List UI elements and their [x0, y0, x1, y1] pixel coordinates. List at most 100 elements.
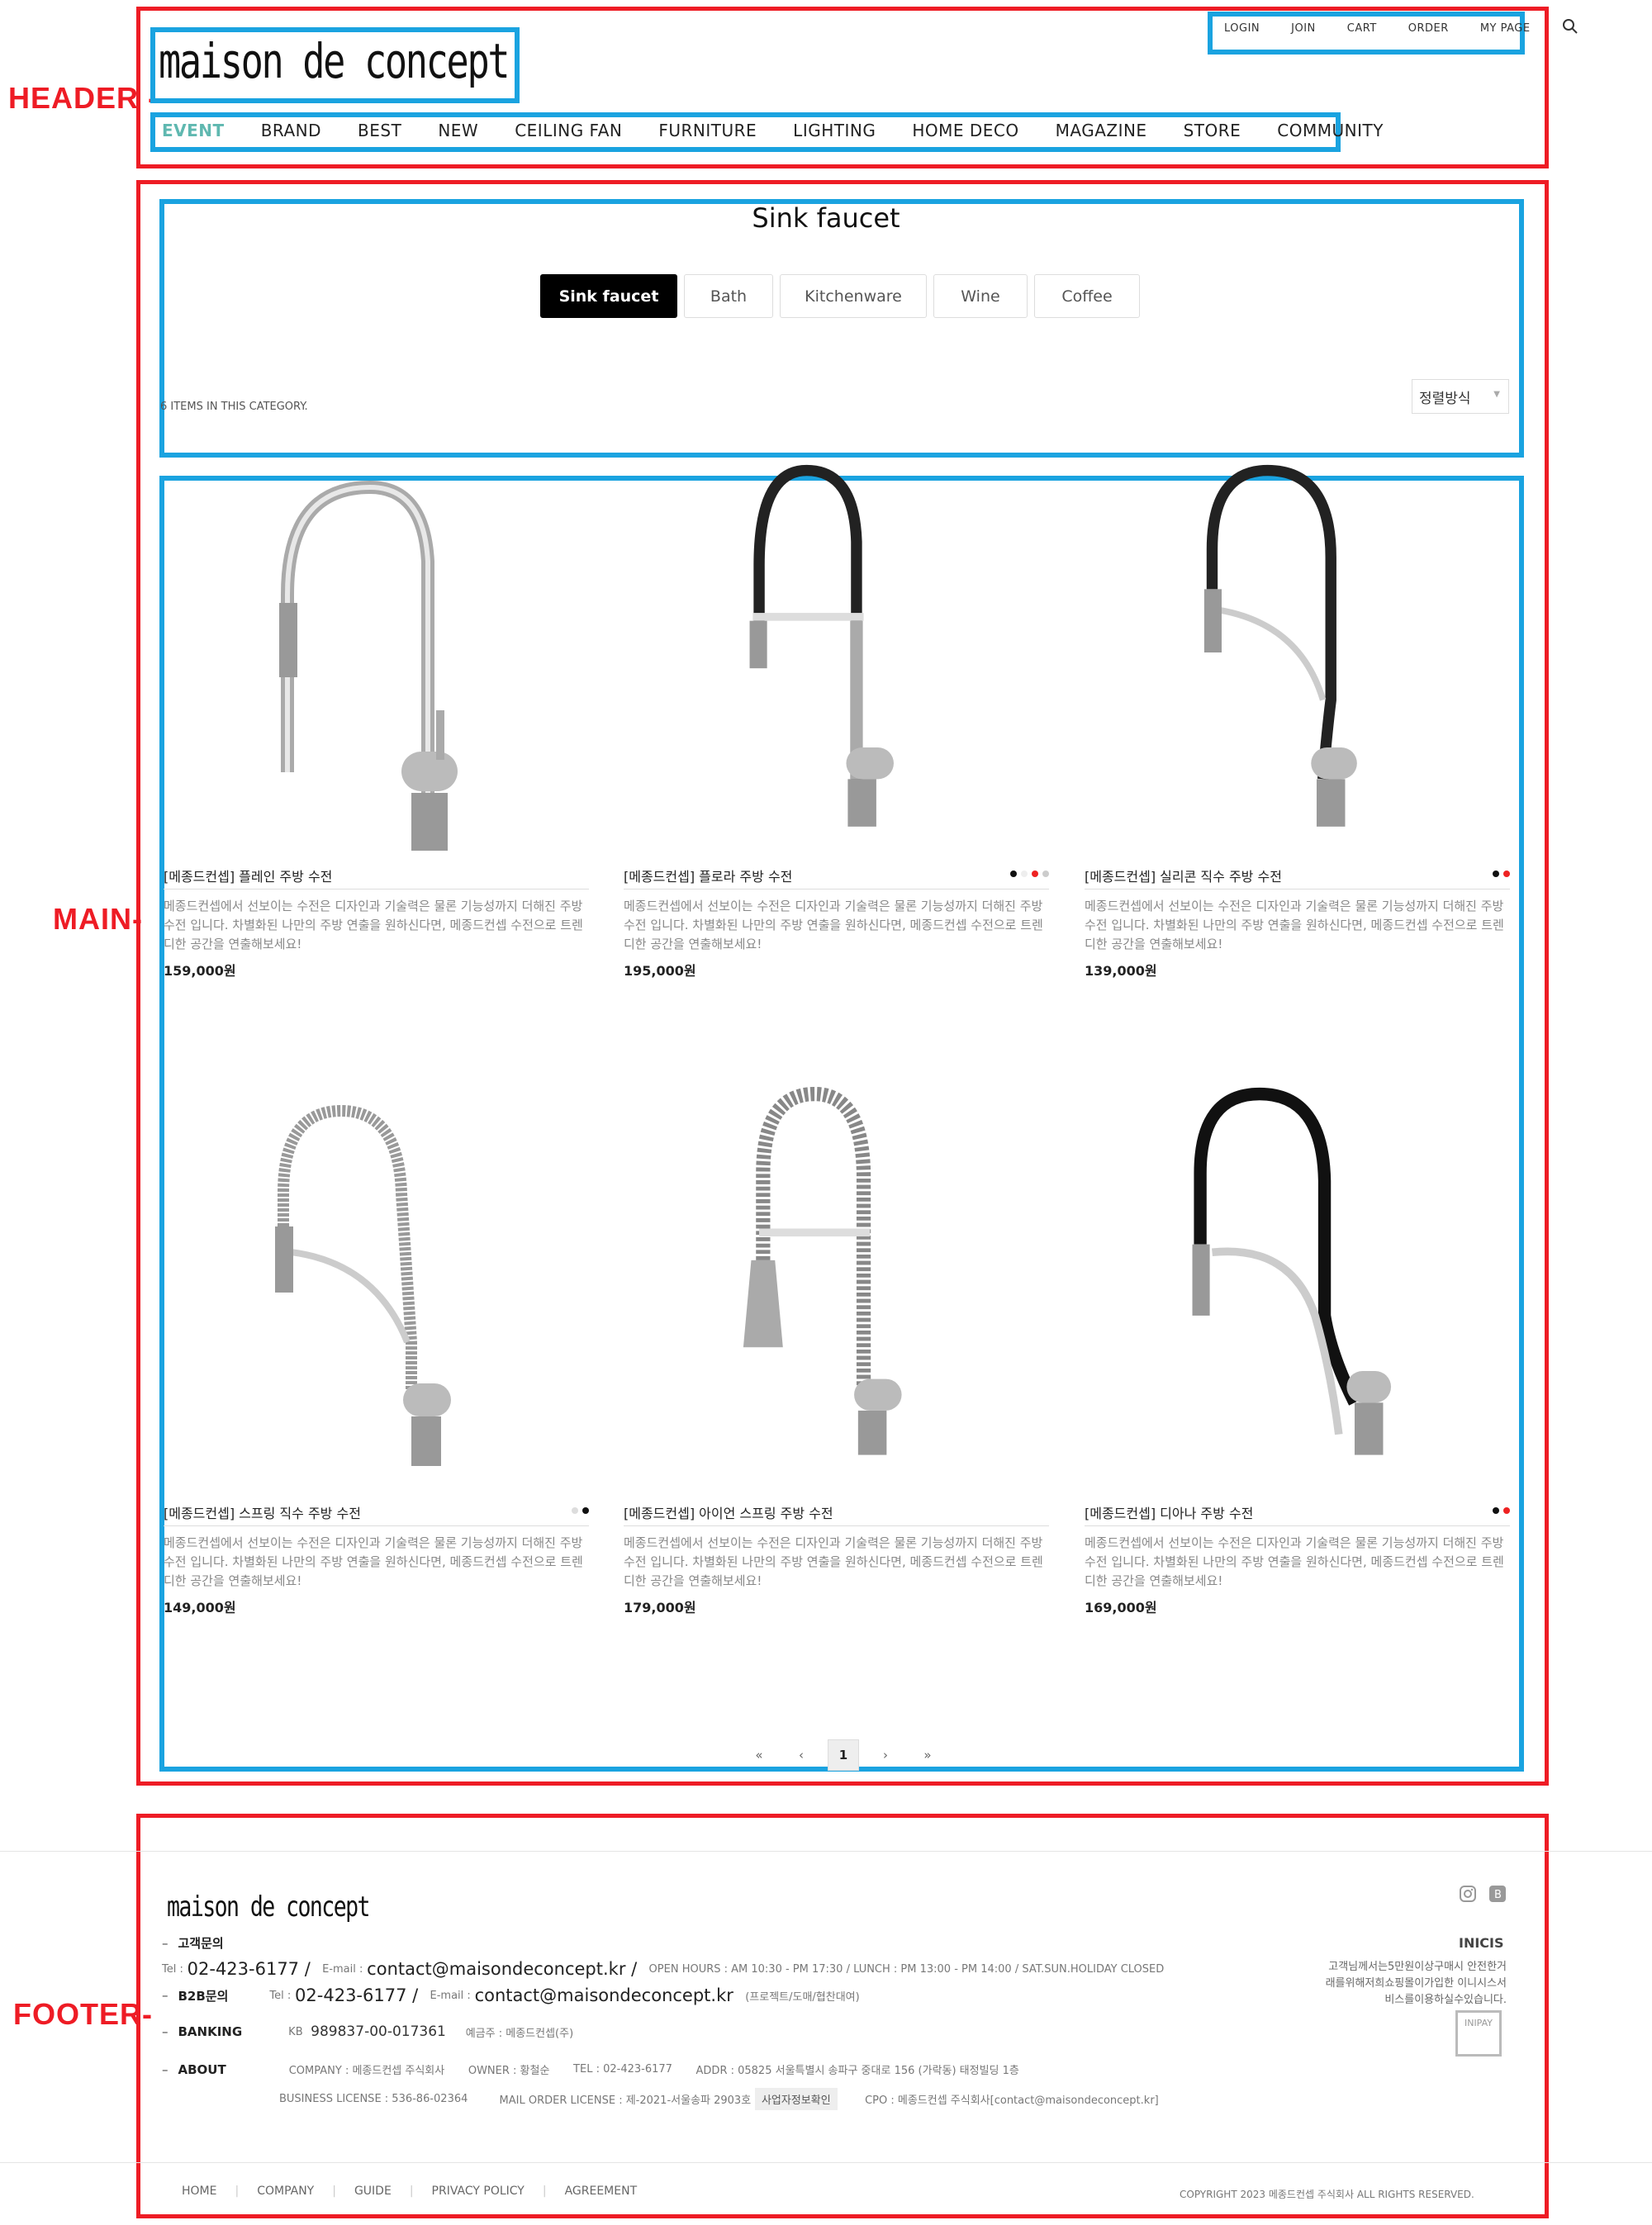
bank-code: KB — [288, 2025, 303, 2038]
inicis-title: INICIS — [1459, 1935, 1504, 1951]
color-dot[interactable] — [1032, 871, 1038, 877]
cart-link[interactable]: CART — [1347, 22, 1377, 35]
footer-bottom-divider — [0, 2162, 1652, 2163]
tab-wine[interactable]: Wine — [933, 274, 1028, 318]
color-dot[interactable] — [1042, 871, 1049, 877]
about-row: – ABOUT COMPANY : 메종드컨셉 주식회사 OWNER : 황철순… — [162, 2061, 1019, 2078]
product-name[interactable]: [메종드컨셉] 플로라 주방 수전 — [624, 866, 792, 885]
license-check-button[interactable]: 사업자정보확인 — [754, 2088, 838, 2110]
order-link[interactable]: ORDER — [1408, 22, 1449, 35]
first-page-button[interactable]: « — [743, 1739, 775, 1771]
nav-furniture[interactable]: FURNITURE — [658, 121, 757, 140]
cs-label: 고객문의 — [178, 1936, 224, 1951]
color-dot[interactable] — [582, 1507, 589, 1514]
tab-bath[interactable]: Bath — [684, 274, 773, 318]
svg-text:B: B — [1494, 1889, 1502, 1901]
business-license: BUSINESS LICENSE : 536-86-02364 — [279, 2093, 468, 2105]
email-label: E-mail : — [322, 1962, 363, 1976]
nav-new[interactable]: NEW — [438, 121, 478, 140]
color-dot[interactable] — [1503, 1507, 1510, 1514]
color-dot[interactable] — [1503, 871, 1510, 877]
tab-sink-faucet[interactable]: Sink faucet — [540, 274, 677, 318]
main-nav: EVENT BRAND BEST NEW CEILING FAN FURNITU… — [162, 121, 1384, 140]
product-price: 159,000원 — [164, 963, 236, 979]
divider — [164, 889, 589, 890]
divider — [1085, 1525, 1510, 1526]
color-dot[interactable] — [572, 1507, 578, 1514]
product-desc: 메종드컨셉에서 선보이는 수전은 디자인과 기술력은 물론 기능성까지 더해진 … — [164, 899, 583, 951]
faucet-image[interactable] — [624, 463, 1049, 842]
faucet-image[interactable] — [164, 479, 589, 859]
instagram-icon[interactable] — [1459, 1885, 1477, 1906]
color-options — [1493, 1507, 1510, 1514]
color-options — [1493, 871, 1510, 877]
nav-store[interactable]: STORE — [1184, 121, 1241, 140]
color-dot[interactable] — [1010, 871, 1017, 877]
nav-home-deco[interactable]: HOME DECO — [912, 121, 1018, 140]
banking-label: BANKING — [178, 2024, 243, 2039]
blog-icon[interactable]: B — [1488, 1885, 1507, 1906]
footer-link-guide[interactable]: GUIDE — [354, 2185, 392, 2198]
footer-link-privacy[interactable]: PRIVACY POLICY — [432, 2185, 525, 2198]
site-logo[interactable]: maison de concept — [159, 33, 510, 89]
footer-links: HOME | COMPANY | GUIDE | PRIVACY POLICY | AG… — [182, 2185, 638, 2198]
nav-brand[interactable]: BRAND — [261, 121, 321, 140]
nav-lighting[interactable]: LIGHTING — [793, 121, 876, 140]
item-count: 6 ITEMS IN THIS CATEGORY. — [160, 401, 308, 413]
divider — [624, 1525, 1049, 1526]
last-page-button[interactable]: » — [912, 1739, 943, 1771]
nav-community[interactable]: COMMUNITY — [1277, 121, 1384, 140]
tel-label: Tel : — [269, 1989, 292, 2002]
faucet-image[interactable] — [624, 1086, 1049, 1466]
b2b-note: (프로젝트/도매/협찬대여) — [745, 1990, 860, 2004]
product-desc: 메종드컨셉에서 선보이는 수전은 디자인과 기술력은 물론 기능성까지 더해진 … — [164, 1535, 583, 1588]
nav-event[interactable]: EVENT — [162, 121, 225, 140]
sort-select[interactable]: 정렬방식 ▼ — [1412, 379, 1509, 414]
tab-coffee[interactable]: Coffee — [1034, 274, 1140, 318]
color-dot[interactable] — [1021, 871, 1028, 877]
cpo-info: CPO : 메종드컨셉 주식회사[contact@maisondeconcept… — [865, 2095, 1159, 2107]
product-name[interactable]: [메종드컨셉] 실리콘 직수 주방 수전 — [1085, 866, 1282, 885]
inipay-mark[interactable]: INIPAY — [1455, 2010, 1502, 2057]
footer-annotation-label: FOOTER- — [13, 1997, 153, 2031]
cs-row: – 고객문의 — [162, 1935, 224, 1952]
product-desc: 메종드컨셉에서 선보이는 수전은 디자인과 기술력은 물론 기능성까지 더해진 … — [624, 1535, 1043, 1588]
bank-account: 989837-00-017361 — [311, 2023, 446, 2040]
color-dot[interactable] — [1493, 871, 1499, 877]
product-desc: 메종드컨셉에서 선보이는 수전은 디자인과 기술력은 물론 기능성까지 더해진 … — [624, 899, 1043, 951]
faucet-image[interactable] — [1085, 1086, 1510, 1466]
search-icon[interactable] — [1562, 18, 1578, 38]
top-links: LOGIN JOIN CART ORDER MY PAGE — [1224, 18, 1578, 38]
product-name[interactable]: [메종드컨셉] 디아나 주방 수전 — [1085, 1502, 1253, 1522]
faucet-image[interactable] — [164, 1103, 589, 1483]
footer-link-agreement[interactable]: AGREEMENT — [565, 2185, 638, 2198]
category-tabs: Sink faucet Bath Kitchenware Wine Coffee — [540, 274, 1140, 318]
join-link[interactable]: JOIN — [1291, 22, 1316, 35]
product-name[interactable]: [메종드컨셉] 플레인 주방 수전 — [164, 866, 332, 885]
product-name[interactable]: [메종드컨셉] 스프링 직수 주방 수전 — [164, 1502, 361, 1522]
color-dot[interactable] — [1493, 1507, 1499, 1514]
bank-holder: 예금주 : 메종드컨셉(주) — [465, 2027, 574, 2040]
product-price: 179,000원 — [624, 1600, 696, 1615]
mypage-link[interactable]: MY PAGE — [1480, 22, 1531, 35]
nav-ceiling-fan[interactable]: CEILING FAN — [515, 121, 622, 140]
addr-info: ADDR : 05825 서울특별시 송파구 중대로 156 (가락동) 태정빌… — [695, 2065, 1019, 2077]
tab-kitchenware[interactable]: Kitchenware — [780, 274, 927, 318]
divider — [164, 1525, 589, 1526]
page-1-button[interactable]: 1 — [828, 1739, 859, 1771]
next-page-button[interactable]: › — [870, 1739, 901, 1771]
cs-email[interactable]: contact@maisondeconcept.kr / — [367, 1959, 637, 1979]
footer-logo[interactable]: maison de concept — [167, 1891, 370, 1924]
color-options — [1010, 871, 1049, 877]
footer-annotation-frame — [136, 1814, 1549, 2218]
b2b-row: – B2B문의 Tel : 02-423-6177 / E-mail : con… — [162, 1985, 860, 2005]
prev-page-button[interactable]: ‹ — [786, 1739, 817, 1771]
login-link[interactable]: LOGIN — [1224, 22, 1260, 35]
nav-best[interactable]: BEST — [358, 121, 401, 140]
footer-link-company[interactable]: COMPANY — [257, 2185, 314, 2198]
faucet-image[interactable] — [1085, 463, 1510, 842]
nav-magazine[interactable]: MAGAZINE — [1056, 121, 1147, 140]
b2b-email[interactable]: contact@maisondeconcept.kr — [475, 1985, 733, 2005]
footer-link-home[interactable]: HOME — [182, 2185, 216, 2198]
product-name[interactable]: [메종드컨셉] 아이언 스프링 주방 수전 — [624, 1502, 833, 1522]
